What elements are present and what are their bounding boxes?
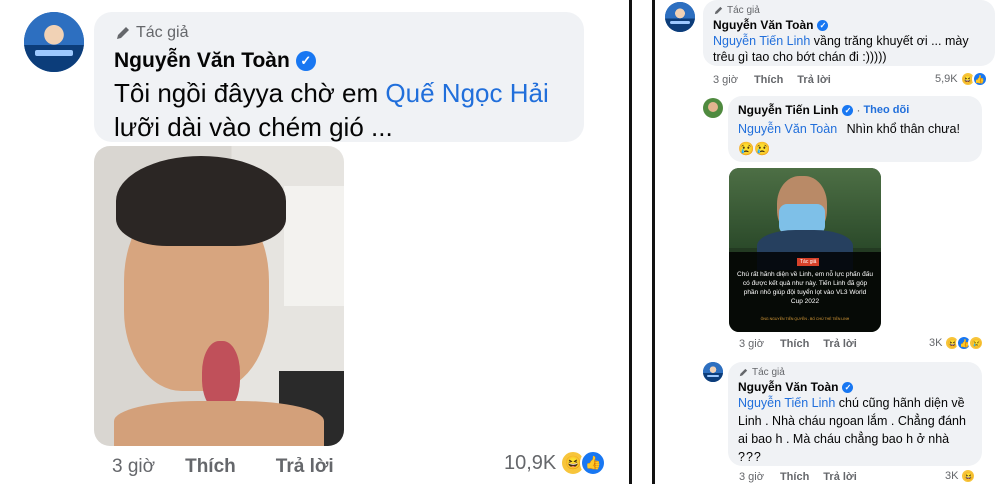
image-tag: Tác giả (797, 258, 820, 266)
author-name[interactable]: Nguyễn Văn Toàn (713, 18, 813, 32)
reply-button[interactable]: Trả lời (797, 74, 831, 86)
author-avatar[interactable] (24, 12, 84, 72)
author-tag: Tác giả (713, 5, 760, 16)
comment-text: Tôi ngồi đâyya chờ em Quế Ngọc Hải lưỡi … (114, 76, 579, 144)
pen-icon (114, 24, 132, 42)
image-quote: Chú rất hãnh diện về Linh, em nỗ lực phấ… (737, 271, 873, 305)
sad-icon: 😢 (968, 335, 985, 351)
comment-actions: 3 giờ Thích Trả lời (739, 471, 857, 483)
author-name-row: Nguyễn Văn Toàn ✓ (114, 49, 316, 73)
reaction-summary[interactable]: 3K 😆 👍 😢 (929, 335, 985, 351)
comment-actions: 3 giờ Thích Trả lời (713, 74, 831, 86)
comment-bubble-1: Tác giả Nguyễn Văn Toàn ✓ Nguyễn Tiến Li… (703, 0, 995, 66)
comment-time[interactable]: 3 giờ (112, 456, 155, 478)
comment-mention[interactable]: Nguyễn Tiến Linh (738, 396, 835, 410)
reaction-count: 10,9K (504, 451, 557, 474)
reaction-summary[interactable]: 5,9K 😆 👍 (935, 71, 988, 87)
comment-time[interactable]: 3 giờ (739, 338, 764, 350)
author-tag-label: Tác giả (136, 24, 189, 41)
verified-icon: ✓ (817, 19, 829, 31)
commenter-avatar[interactable] (703, 98, 723, 118)
comment-text: Nguyễn Tiến Linh vầng trăng khuyết ơi ..… (713, 33, 988, 65)
comment-mention[interactable]: Nguyễn Văn Toàn (738, 122, 837, 136)
reply-button[interactable]: Trả lời (276, 456, 334, 478)
author-name[interactable]: Nguyễn Văn Toàn (738, 380, 838, 394)
comment-text: Nguyễn Tiến Linh chú cũng hãnh diện về L… (738, 394, 974, 466)
author-tag-label: Tác giả (752, 367, 785, 378)
comment-boxes: ??? (738, 450, 762, 464)
comment-time[interactable]: 3 giờ (739, 471, 764, 483)
author-name-row: Nguyễn Văn Toàn ✓ (713, 18, 829, 32)
like-button[interactable]: Thích (780, 471, 809, 483)
reaction-summary[interactable]: 10,9K 😆 👍 (504, 450, 607, 476)
attached-image[interactable]: Tác giả Chú rất hãnh diện về Linh, em nỗ… (729, 168, 881, 332)
author-tag: Tác giả (738, 367, 785, 378)
reply-button[interactable]: Trả lời (823, 471, 857, 483)
author-name-row: Nguyễn Văn Toàn ✓ (738, 380, 854, 394)
reply-button[interactable]: Trả lời (823, 338, 857, 350)
comment-actions: 3 giờ Thích Trả lời (112, 456, 334, 478)
reaction-count: 3K (945, 470, 959, 482)
reaction-count: 3K (929, 337, 943, 349)
comment-bubble-2: Nguyễn Tiến Linh ✓ · Theo dõi Nguyễn Văn… (728, 96, 982, 162)
follow-button[interactable]: Theo dõi (863, 104, 909, 116)
attached-photo[interactable] (94, 146, 344, 446)
haha-icon: 😆 (960, 468, 977, 484)
comment-actions: 3 giờ Thích Trả lời (739, 338, 857, 350)
comment-text-after: lưỡi dài vào chém gió ... (114, 112, 393, 142)
right-comment-panel: Tác giả Nguyễn Văn Toàn ✓ Nguyễn Tiến Li… (652, 0, 1000, 484)
author-name[interactable]: Nguyễn Tiến Linh (738, 103, 838, 117)
image-caption: ÔNG NGUYỄN TIẾN QUYỀN - BỐ CHÚ THỂ TIẾN … (760, 317, 850, 321)
reaction-summary[interactable]: 3K 😆 (945, 468, 977, 484)
like-button[interactable]: Thích (780, 338, 809, 350)
pen-icon (738, 367, 749, 378)
comment-time[interactable]: 3 giờ (713, 74, 738, 86)
comment-bubble-3: Tác giả Nguyễn Văn Toàn ✓ Nguyễn Tiến Li… (728, 362, 982, 466)
author-name[interactable]: Nguyễn Văn Toàn (114, 49, 290, 73)
author-tag: Tác giả (114, 24, 188, 42)
author-avatar[interactable] (665, 2, 695, 32)
author-name-row: Nguyễn Tiến Linh ✓ · Theo dõi (738, 103, 910, 117)
comment-text-before: Tôi ngồi đâyya chờ em (114, 78, 379, 108)
reaction-count: 5,9K (935, 73, 958, 85)
comment-emoji: 😢😢 (738, 141, 771, 156)
like-button[interactable]: Thích (754, 74, 783, 86)
like-icon: 👍 (971, 71, 988, 87)
verified-icon: ✓ (842, 104, 854, 116)
author-tag-label: Tác giả (727, 5, 760, 16)
like-button[interactable]: Thích (185, 456, 236, 478)
pen-icon (713, 5, 724, 16)
left-comment-panel: Tác giả Nguyễn Văn Toàn ✓ Tôi ngồi đâyya… (0, 0, 632, 484)
verified-icon: ✓ (295, 51, 316, 71)
verified-icon: ✓ (842, 381, 854, 393)
comment-text: Nguyễn Văn Toàn Nhìn khổ thân chưa! (738, 120, 960, 138)
comment-mention[interactable]: Quế Ngọc Hải (385, 78, 548, 108)
like-icon: 👍 (580, 450, 607, 476)
comment-body: Nhìn khổ thân chưa! (846, 122, 960, 136)
author-avatar[interactable] (703, 362, 723, 382)
comment-mention[interactable]: Nguyễn Tiến Linh (713, 34, 810, 48)
comment-bubble: Tác giả Nguyễn Văn Toàn ✓ Tôi ngồi đâyya… (94, 12, 584, 142)
panel-divider (632, 0, 652, 484)
